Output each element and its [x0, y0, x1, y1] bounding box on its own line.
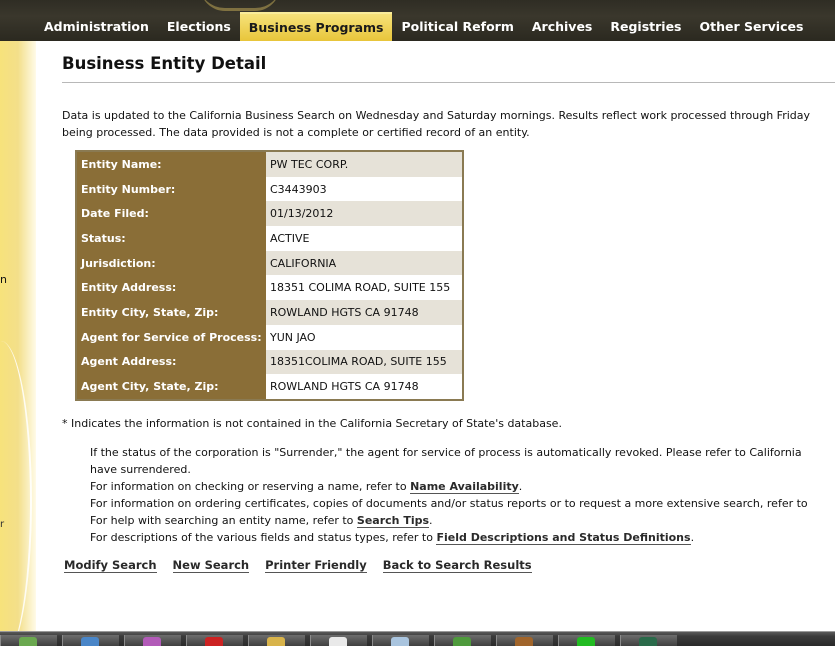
row-label: Status: [76, 226, 266, 251]
new-search-link[interactable]: New Search [172, 558, 250, 573]
taskbar-item[interactable] [0, 635, 57, 646]
status-value: ACTIVE [266, 226, 463, 251]
taskbar-item[interactable] [558, 635, 615, 646]
name-info-text: For information on checking or reserving… [90, 480, 411, 493]
table-row: Entity City, State, Zip: ROWLAND HGTS CA… [76, 300, 463, 325]
table-row: Agent City, State, Zip: ROWLAND HGTS CA … [76, 374, 463, 400]
search-tips-link[interactable]: Search Tips [356, 514, 430, 528]
agent-name-value: YUN JAO [266, 324, 463, 350]
list-item: For information on ordering certificates… [90, 495, 835, 512]
taskbar-item[interactable] [62, 635, 119, 646]
nav-other-services[interactable]: Other Services [691, 12, 813, 41]
list-item: If the status of the corporation is "Sur… [90, 444, 835, 478]
surrender-text-cont: have surrendered. [90, 463, 191, 476]
table-row: Jurisdiction: CALIFORNIA [76, 250, 463, 276]
table-row: Entity Number: C3443903 [76, 176, 463, 202]
row-label: Agent for Service of Process: [76, 324, 266, 350]
taskbar-item[interactable] [372, 635, 429, 646]
side-text-fragment: n [0, 273, 7, 286]
row-label: Date Filed: [76, 201, 266, 227]
side-text-fragment-2: r [0, 519, 5, 530]
list-item: For help with searching an entity name, … [90, 512, 835, 529]
name-availability-link[interactable]: Name Availability [410, 480, 519, 494]
footnote: * Indicates the information is not conta… [62, 417, 562, 430]
desc-info-text: For descriptions of the various fields a… [90, 531, 437, 544]
back-to-results-link[interactable]: Back to Search Results [382, 558, 532, 573]
page-title: Business Entity Detail [62, 54, 267, 73]
top-header: Administration Elections Business Progra… [0, 0, 835, 41]
taskbar-item[interactable] [186, 635, 243, 646]
row-label: Jurisdiction: [76, 250, 266, 276]
entity-detail-table: Entity Name: PW TEC CORP. Entity Number:… [75, 150, 464, 401]
row-label: Entity Number: [76, 176, 266, 202]
agent-city-value: ROWLAND HGTS CA 91748 [266, 374, 463, 400]
tips-info-text: For help with searching an entity name, … [90, 514, 357, 527]
table-row: Entity Name: PW TEC CORP. [76, 151, 463, 177]
title-divider [62, 82, 835, 83]
taskbar-item[interactable] [248, 635, 305, 646]
surrender-text: If the status of the corporation is "Sur… [90, 446, 802, 459]
taskbar-item[interactable] [124, 635, 181, 646]
list-item: For descriptions of the various fields a… [90, 529, 835, 546]
modify-search-link[interactable]: Modify Search [64, 558, 157, 573]
main-nav: Administration Elections Business Progra… [0, 12, 812, 41]
decorative-wave [0, 341, 32, 631]
table-row: Agent Address: 18351COLIMA ROAD, SUITE 1… [76, 349, 463, 375]
nav-business-programs[interactable]: Business Programs [239, 12, 393, 41]
row-label: Entity Name: [76, 151, 266, 177]
nav-elections[interactable]: Elections [158, 12, 240, 41]
nav-political-reform[interactable]: Political Reform [392, 12, 522, 41]
update-notice-line-1: Data is updated to the California Busine… [62, 109, 811, 122]
row-label: Entity City, State, Zip: [76, 300, 266, 325]
nav-registries[interactable]: Registries [601, 12, 690, 41]
taskbar-item[interactable] [620, 635, 677, 646]
table-row: Entity Address: 18351 COLIMA ROAD, SUITE… [76, 275, 463, 301]
info-list: If the status of the corporation is "Sur… [62, 444, 835, 546]
agent-address-value: 18351COLIMA ROAD, SUITE 155 [266, 349, 463, 375]
row-label: Entity Address: [76, 275, 266, 301]
left-side-panel: n r [0, 41, 36, 631]
taskbar [0, 631, 835, 646]
taskbar-item[interactable] [310, 635, 367, 646]
update-notice-line-2: being processed. The data provided is no… [62, 125, 530, 139]
list-item: For information on checking or reserving… [90, 478, 835, 495]
field-descriptions-link[interactable]: Field Descriptions and Status Definition… [436, 531, 691, 545]
taskbar-item[interactable] [434, 635, 491, 646]
taskbar-item[interactable] [496, 635, 553, 646]
entity-number-value: C3443903 [266, 176, 463, 202]
jurisdiction-value: CALIFORNIA [266, 250, 463, 276]
action-links: Modify Search New Search Printer Friendl… [64, 558, 532, 573]
entity-city-value: ROWLAND HGTS CA 91748 [266, 300, 463, 325]
header-swoosh-graphic [200, 0, 280, 11]
punct: . [518, 480, 523, 493]
row-label: Agent City, State, Zip: [76, 374, 266, 400]
punct: . [429, 514, 433, 527]
printer-friendly-link[interactable]: Printer Friendly [265, 558, 367, 573]
date-filed-value: 01/13/2012 [266, 201, 463, 227]
row-label: Agent Address: [76, 349, 266, 375]
entity-address-value: 18351 COLIMA ROAD, SUITE 155 [266, 275, 463, 301]
order-info-text: For information on ordering certificates… [90, 497, 808, 510]
update-notice: Data is updated to the California Busine… [62, 108, 835, 141]
table-row: Date Filed: 01/13/2012 [76, 201, 463, 227]
entity-name-value: PW TEC CORP. [266, 151, 463, 177]
nav-administration[interactable]: Administration [0, 12, 158, 41]
table-row: Status: ACTIVE [76, 226, 463, 251]
nav-archives[interactable]: Archives [523, 12, 602, 41]
punct: . [690, 531, 695, 544]
table-row: Agent for Service of Process: YUN JAO [76, 324, 463, 350]
